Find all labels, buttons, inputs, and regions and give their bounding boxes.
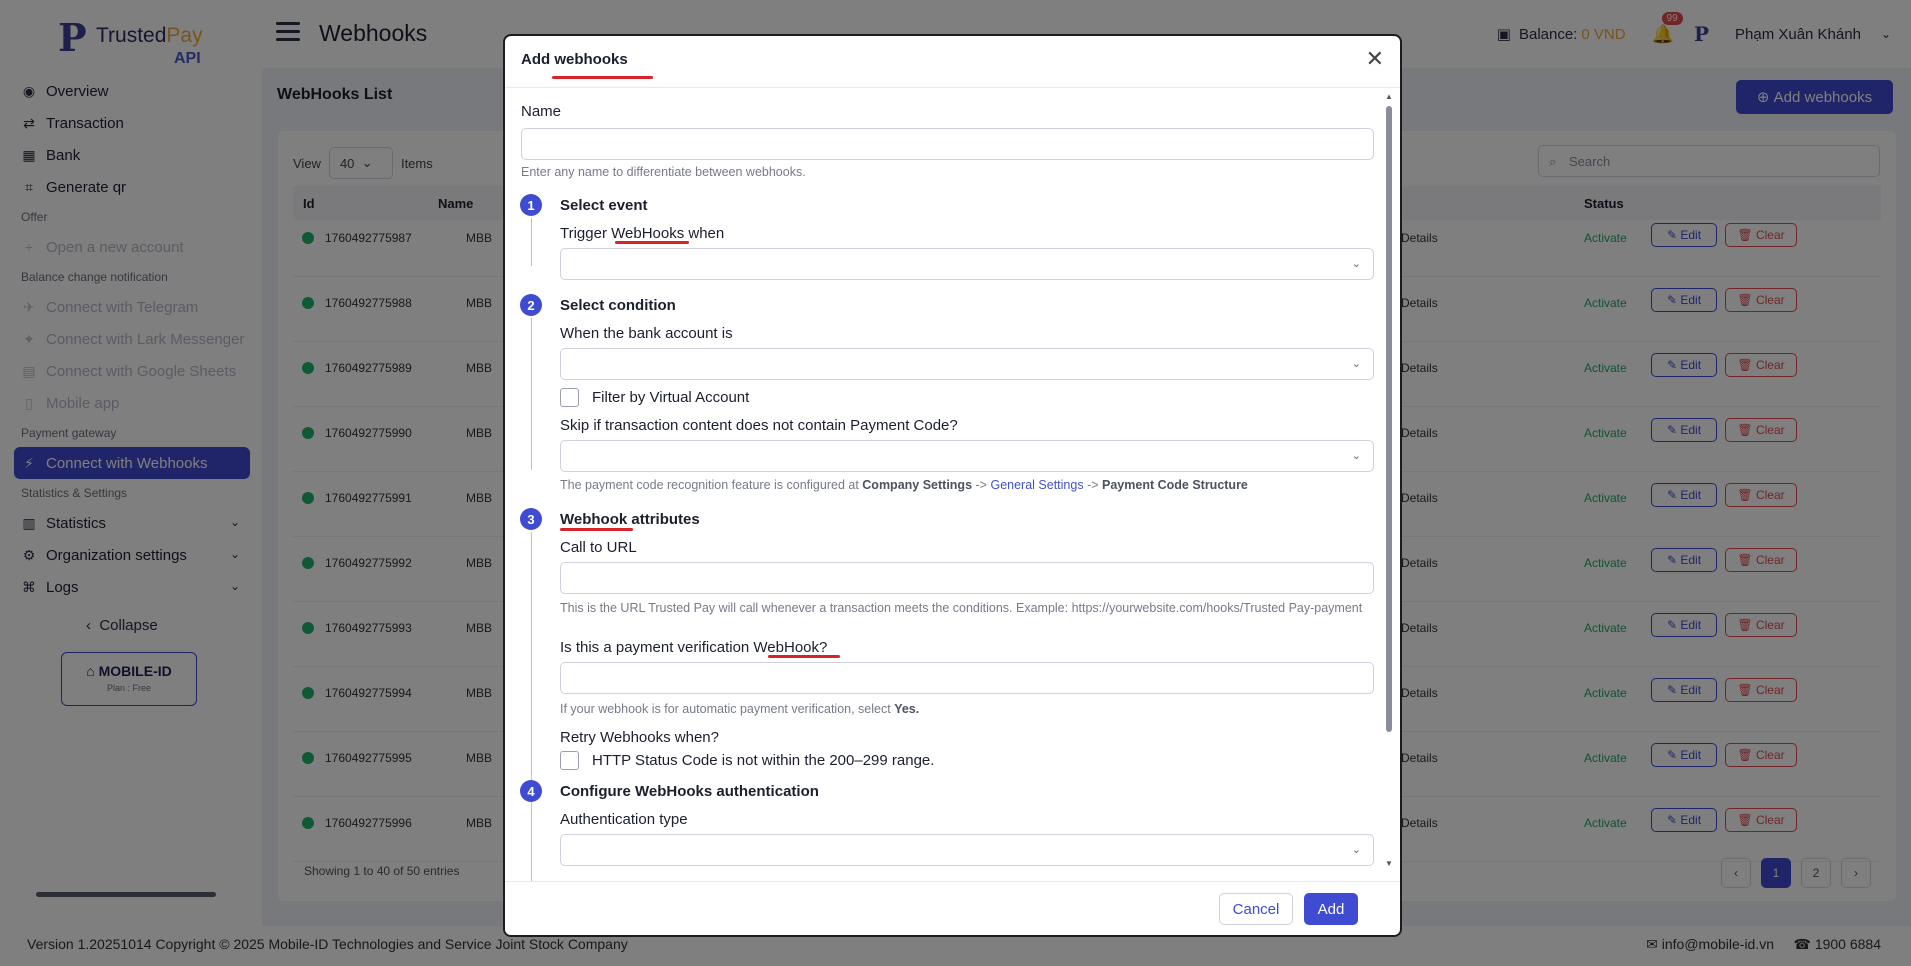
annotation-underline xyxy=(768,655,840,658)
general-settings-link[interactable]: General Settings xyxy=(990,478,1083,492)
url-help: This is the URL Trusted Pay will call wh… xyxy=(560,601,1363,615)
virtual-account-label: Filter by Virtual Account xyxy=(592,389,750,406)
auth-type-label: Authentication type xyxy=(560,811,688,828)
step-2-badge: 2 xyxy=(520,294,542,316)
trigger-event-select[interactable]: ⌄ xyxy=(560,248,1374,280)
add-webhooks-modal: Add webhooks ✕ Name Enter any name to di… xyxy=(503,34,1402,937)
step-4-badge: 4 xyxy=(520,780,542,802)
step-4-title: Configure WebHooks authentication xyxy=(560,783,819,800)
skip-payment-code-select[interactable]: ⌄ xyxy=(560,440,1374,472)
name-label: Name xyxy=(521,103,562,120)
step-connector xyxy=(531,318,532,470)
name-help: Enter any name to differentiate between … xyxy=(521,165,806,179)
add-button[interactable]: Add xyxy=(1304,893,1358,925)
modal-title: Add webhooks xyxy=(521,51,628,68)
retry-status-checkbox[interactable] xyxy=(560,751,579,770)
url-label: Call to URL xyxy=(560,539,637,556)
chevron-down-icon: ⌄ xyxy=(1351,450,1361,462)
modal-scrollbar[interactable]: ▲ ▼ xyxy=(1384,92,1394,868)
skip-payment-code-label: Skip if transaction content does not con… xyxy=(560,417,958,434)
annotation-underline xyxy=(552,76,653,79)
step-1-title: Select event xyxy=(560,197,648,214)
retry-label: Retry Webhooks when? xyxy=(560,729,719,746)
retry-status-label: HTTP Status Code is not within the 200–2… xyxy=(592,752,935,769)
payment-code-help: The payment code recognition feature is … xyxy=(560,478,1248,492)
cancel-button[interactable]: Cancel xyxy=(1219,893,1293,925)
verification-help: If your webhook is for automatic payment… xyxy=(560,702,920,716)
modal-body: Name Enter any name to differentiate bet… xyxy=(505,88,1400,908)
auth-type-select[interactable]: ⌄ xyxy=(560,834,1374,866)
chevron-down-icon: ⌄ xyxy=(1351,258,1361,270)
verification-label: Is this a payment verification WebHook? xyxy=(560,639,828,656)
trigger-label: Trigger WebHooks when xyxy=(560,225,725,242)
bank-account-select[interactable]: ⌄ xyxy=(560,348,1374,380)
annotation-underline xyxy=(560,528,633,531)
annotation-underline xyxy=(615,241,689,244)
chevron-down-icon: ⌄ xyxy=(1351,358,1361,370)
bank-account-label: When the bank account is xyxy=(560,325,733,342)
step-3-badge: 3 xyxy=(520,508,542,530)
verification-select[interactable] xyxy=(560,662,1374,694)
url-input[interactable] xyxy=(560,562,1374,594)
close-icon[interactable]: ✕ xyxy=(1366,47,1384,71)
virtual-account-checkbox[interactable] xyxy=(560,388,579,407)
step-connector xyxy=(531,218,532,266)
step-1-badge: 1 xyxy=(520,194,542,216)
chevron-down-icon: ⌄ xyxy=(1351,844,1361,856)
name-input[interactable] xyxy=(521,128,1374,160)
modal-header: Add webhooks ✕ xyxy=(505,36,1400,88)
step-2-title: Select condition xyxy=(560,297,676,314)
step-3-title: Webhook attributes xyxy=(560,511,700,528)
modal-footer: Cancel Add xyxy=(505,881,1400,935)
